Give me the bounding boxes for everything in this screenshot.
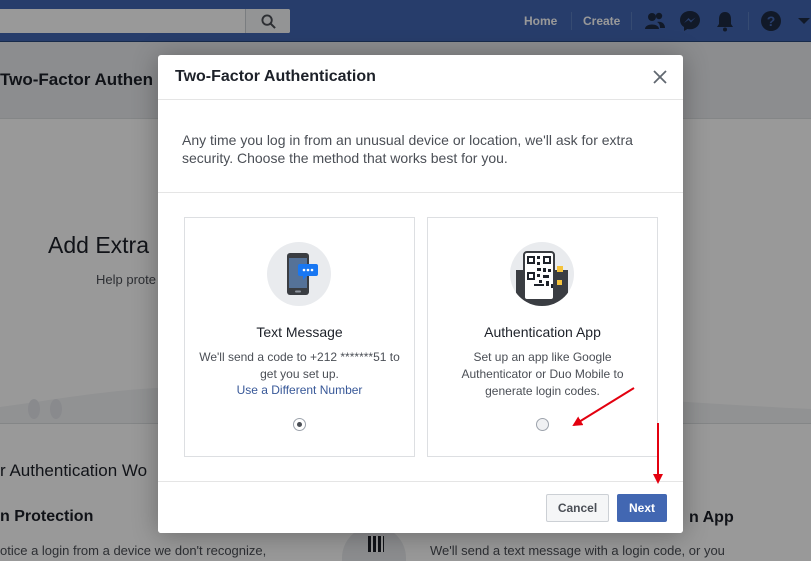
authentication-app-radio[interactable] — [536, 418, 549, 431]
close-button[interactable] — [648, 65, 672, 89]
next-button[interactable]: Next — [617, 494, 667, 522]
use-different-number-link[interactable]: Use a Different Number — [185, 383, 414, 397]
close-icon — [653, 70, 667, 84]
dialog-footer: Cancel Next — [158, 481, 683, 533]
dialog-intro-text: Any time you log in from an unusual devi… — [182, 132, 633, 166]
qr-code-icon — [510, 242, 574, 306]
dialog-title: Two-Factor Authentication — [175, 68, 376, 85]
option-title: Authentication App — [484, 324, 601, 340]
option-authentication-app[interactable]: Authentication App Set up an app like Go… — [427, 217, 658, 457]
phone-message-icon — [267, 242, 331, 306]
option-description: We'll send a code to +212 *******51 to g… — [199, 350, 400, 381]
text-message-radio[interactable] — [293, 418, 306, 431]
option-title: Text Message — [256, 324, 343, 340]
dialog-header: Two-Factor Authentication — [158, 55, 683, 100]
dialog-divider — [158, 192, 683, 193]
option-text-message[interactable]: Text Message We'll send a code to +212 *… — [184, 217, 415, 457]
option-description: Set up an app like Google Authenticator … — [461, 350, 624, 398]
two-factor-dialog: Two-Factor Authentication Any time you l… — [158, 55, 683, 533]
cancel-button[interactable]: Cancel — [546, 494, 609, 522]
